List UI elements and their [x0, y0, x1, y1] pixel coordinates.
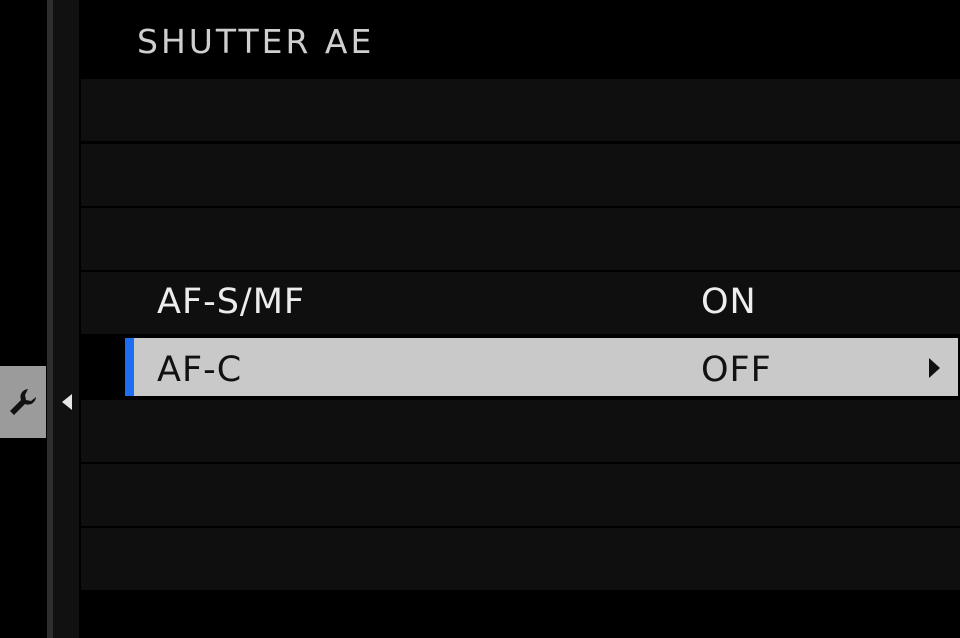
sidebar-rail — [53, 0, 79, 638]
menu-item-value: OFF — [701, 350, 772, 390]
menu-item-af-c[interactable]: AF-C OFF — [81, 338, 960, 402]
menu-item-value: ON — [701, 282, 757, 322]
menu-row-empty — [81, 400, 960, 462]
menu-row-empty — [81, 208, 960, 270]
setup-tab[interactable] — [0, 366, 46, 438]
camera-menu-screen: SHUTTER AE AF-S/MF ON AF-C OFF — [0, 0, 960, 638]
menu-row-empty — [81, 528, 960, 590]
menu-row-empty — [81, 144, 960, 206]
menu-header: SHUTTER AE — [81, 0, 960, 78]
triangle-right-icon — [929, 358, 940, 378]
selection-highlight — [134, 338, 958, 396]
wrench-icon — [10, 389, 36, 415]
menu-row-empty — [81, 79, 960, 141]
menu-item-af-s-mf[interactable]: AF-S/MF ON — [81, 272, 960, 334]
selection-accent — [125, 338, 134, 396]
menu-row-empty — [81, 464, 960, 526]
page-title: SHUTTER AE — [137, 22, 375, 61]
menu-item-label: AF-C — [157, 350, 243, 390]
triangle-left-icon — [62, 394, 72, 410]
menu-item-label: AF-S/MF — [157, 282, 306, 322]
menu-list: AF-S/MF ON AF-C OFF — [81, 79, 960, 590]
